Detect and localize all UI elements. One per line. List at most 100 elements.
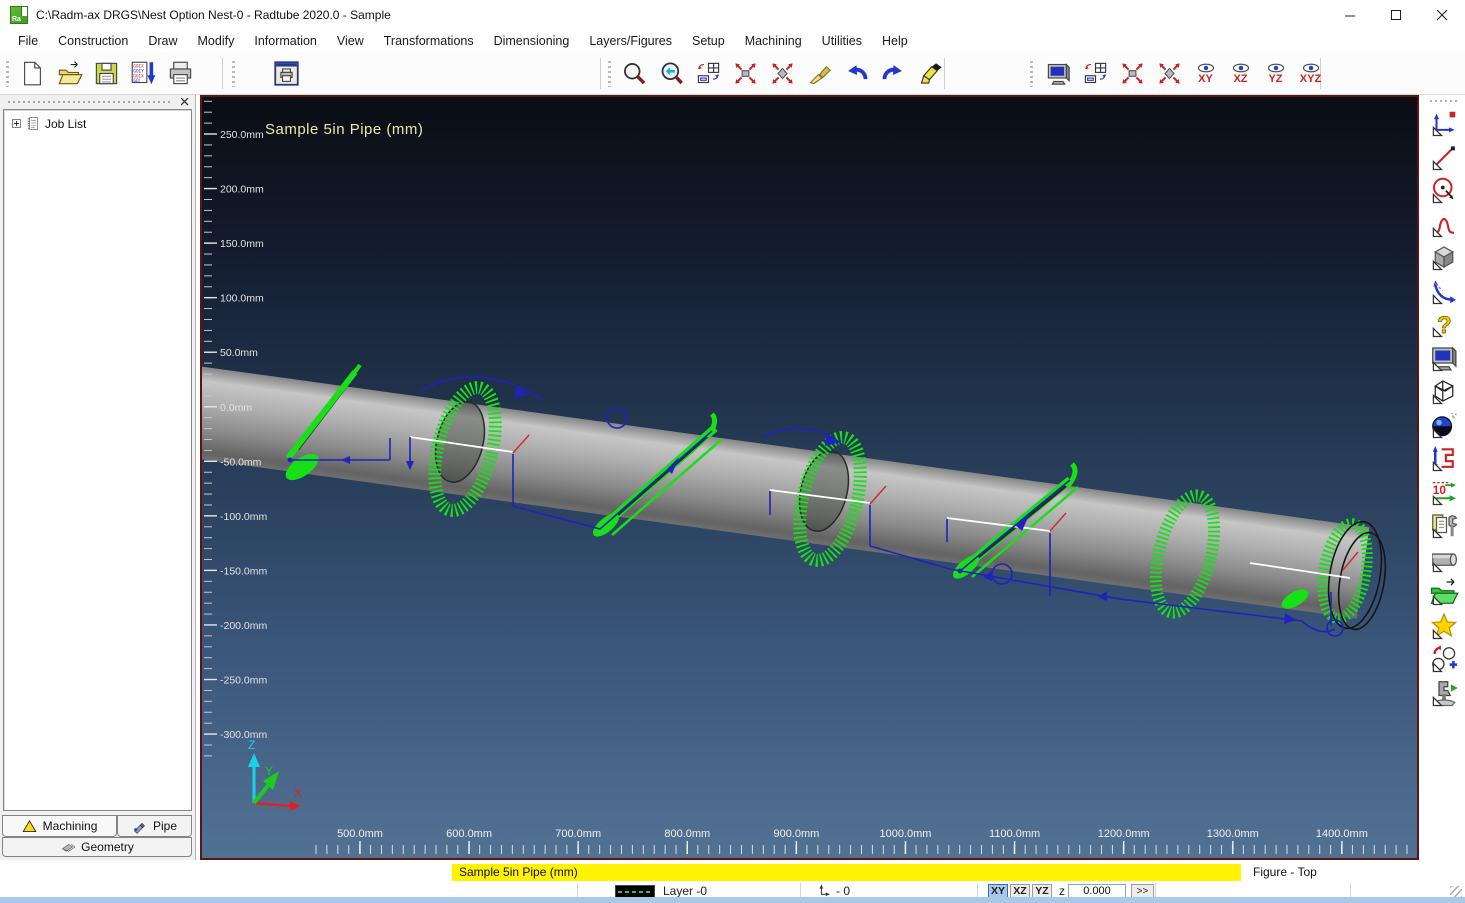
help-tool-button[interactable]: ? bbox=[1429, 309, 1461, 341]
tab-geometry[interactable]: Geometry bbox=[2, 837, 192, 857]
menu-setup[interactable]: Setup bbox=[682, 30, 735, 52]
undo-button[interactable] bbox=[838, 56, 875, 91]
regenerate-tool-button[interactable] bbox=[1429, 644, 1461, 676]
redraw-button[interactable] bbox=[801, 56, 838, 91]
toolbar-gripper[interactable] bbox=[608, 61, 611, 87]
eye-icon bbox=[1195, 63, 1217, 73]
save-icon bbox=[93, 60, 120, 87]
open-jobs-folder-icon bbox=[1429, 577, 1459, 607]
new-document-button[interactable] bbox=[14, 56, 51, 91]
erase-button[interactable] bbox=[912, 56, 949, 91]
zoom-button[interactable] bbox=[616, 56, 653, 91]
machine-simulation-tool-button[interactable] bbox=[1429, 678, 1461, 710]
zoom-extents-button[interactable] bbox=[727, 56, 764, 91]
redo-button[interactable] bbox=[875, 56, 912, 91]
toolbar-gripper[interactable] bbox=[232, 61, 235, 87]
panel-gripper[interactable] bbox=[8, 101, 173, 103]
redo-icon bbox=[880, 60, 907, 87]
circle-icon bbox=[1429, 175, 1459, 205]
menu-information[interactable]: Information bbox=[244, 30, 327, 52]
side-toolbar: ? 10 bbox=[1424, 95, 1465, 860]
maximize-button[interactable] bbox=[1373, 0, 1419, 30]
svg-text:Y: Y bbox=[265, 764, 273, 778]
zoom-scale-2-button[interactable] bbox=[1151, 56, 1188, 91]
v-ruler-label: 50.0mm bbox=[220, 347, 258, 359]
menu-draw[interactable]: Draw bbox=[138, 30, 187, 52]
nc-output-button[interactable]: GOIXGOIYGOIXGO! bbox=[125, 56, 162, 91]
job-list-icon bbox=[26, 116, 40, 131]
toolbar-gripper[interactable] bbox=[1430, 100, 1459, 102]
viewport-canvas[interactable]: Z Y X 250.0mm200.0mm150.0mm100.0mm50.0mm… bbox=[202, 97, 1417, 858]
view-xy-button[interactable]: XY bbox=[1188, 56, 1223, 91]
wireframe-cube-tool-button[interactable] bbox=[1429, 376, 1461, 408]
figure-view-label: Figure - Top bbox=[1253, 865, 1317, 879]
auto-dimension-icon: 10 bbox=[1429, 477, 1459, 507]
pipe-icon bbox=[1429, 544, 1459, 574]
h-ruler-label: 1200.0mm bbox=[1098, 828, 1150, 840]
solid-cube-tool-button[interactable] bbox=[1429, 242, 1461, 274]
view-yz-button[interactable]: YZ bbox=[1258, 56, 1293, 91]
pipe-tool-button[interactable] bbox=[1429, 544, 1461, 576]
menu-view[interactable]: View bbox=[327, 30, 374, 52]
rotation-axis-icon bbox=[817, 883, 832, 898]
render-monitor-button[interactable] bbox=[1040, 56, 1077, 91]
view-xz-button[interactable]: XZ bbox=[1223, 56, 1258, 91]
circle-tool-button[interactable] bbox=[1429, 175, 1461, 207]
measure-tool-button[interactable] bbox=[1429, 443, 1461, 475]
window-title: C:\Radm-ax DRGS\Nest Option Nest-0 - Rad… bbox=[36, 8, 391, 22]
menu-utilities[interactable]: Utilities bbox=[812, 30, 872, 52]
auto-dimension-tool-button[interactable]: 10 bbox=[1429, 477, 1461, 509]
zoom-extents-2-button[interactable] bbox=[1114, 56, 1151, 91]
menu-dimensioning[interactable]: Dimensioning bbox=[484, 30, 580, 52]
display-toolbar-group: XYXZ YZ XYZ bbox=[1040, 56, 1328, 91]
tab-pipe[interactable]: Pipe bbox=[117, 815, 192, 837]
menu-transformations[interactable]: Transformations bbox=[374, 30, 484, 52]
arc-tool-button[interactable] bbox=[1429, 276, 1461, 308]
tab-machining[interactable]: Machining bbox=[2, 815, 117, 837]
menu-file[interactable]: File bbox=[8, 30, 48, 52]
open-file-button[interactable] bbox=[51, 56, 88, 91]
pipe-pen-icon bbox=[132, 819, 147, 834]
panel-tabs: Machining Pipe Geomet bbox=[2, 815, 192, 857]
favorites-tool-button[interactable] bbox=[1429, 611, 1461, 643]
viewport-layout-2-button[interactable] bbox=[1077, 56, 1114, 91]
menu-construction[interactable]: Construction bbox=[48, 30, 138, 52]
print-preview-button[interactable] bbox=[268, 56, 305, 91]
print-button[interactable] bbox=[162, 56, 199, 91]
viewport-layout-icon bbox=[695, 60, 722, 87]
job-tools-icon bbox=[1429, 510, 1459, 540]
profile-tool-button[interactable] bbox=[1429, 209, 1461, 241]
wireframe-cube-icon bbox=[1429, 376, 1459, 406]
tree-row-job-list[interactable]: Job List bbox=[4, 110, 191, 131]
minimize-button[interactable] bbox=[1327, 0, 1373, 30]
panel-close-button[interactable] bbox=[179, 96, 190, 107]
title-bar: Ra C:\Radm-ax DRGS\Nest Option Nest-0 - … bbox=[0, 0, 1465, 30]
render-monitor-tool-button[interactable] bbox=[1429, 343, 1461, 375]
tree-expander-icon[interactable] bbox=[12, 119, 21, 128]
toolbar-separator bbox=[600, 58, 601, 89]
zoom-scale-button[interactable] bbox=[764, 56, 801, 91]
menu-modify[interactable]: Modify bbox=[188, 30, 245, 52]
viewport-layout-button[interactable] bbox=[690, 56, 727, 91]
line-tool-button[interactable] bbox=[1429, 142, 1461, 174]
status-bar: Sample 5in Pipe (mm) Figure - Top Layer … bbox=[0, 860, 1465, 903]
view-sphere-tool-button[interactable] bbox=[1429, 410, 1461, 442]
menu-machining[interactable]: Machining bbox=[735, 30, 812, 52]
zoom-previous-button[interactable] bbox=[653, 56, 690, 91]
zoom-extents-2-icon bbox=[1119, 60, 1146, 87]
maximize-icon bbox=[1391, 10, 1402, 21]
menu-layers-figures[interactable]: Layers/Figures bbox=[579, 30, 682, 52]
close-button[interactable] bbox=[1419, 0, 1465, 30]
v-ruler-label: 150.0mm bbox=[220, 238, 264, 250]
job-tools-tool-button[interactable] bbox=[1429, 510, 1461, 542]
toolbar-gripper[interactable] bbox=[6, 61, 9, 87]
v-ruler-label: 100.0mm bbox=[220, 293, 264, 305]
dimension-tool-button[interactable] bbox=[1429, 108, 1461, 140]
view-xyz-button[interactable]: XYZ bbox=[1293, 56, 1328, 91]
save-button[interactable] bbox=[88, 56, 125, 91]
view-button-label: YZ bbox=[1268, 73, 1282, 85]
open-jobs-folder-tool-button[interactable] bbox=[1429, 577, 1461, 609]
menu-help[interactable]: Help bbox=[872, 30, 918, 52]
toolbar-gripper[interactable] bbox=[1030, 61, 1033, 87]
eye-icon bbox=[1230, 63, 1252, 73]
